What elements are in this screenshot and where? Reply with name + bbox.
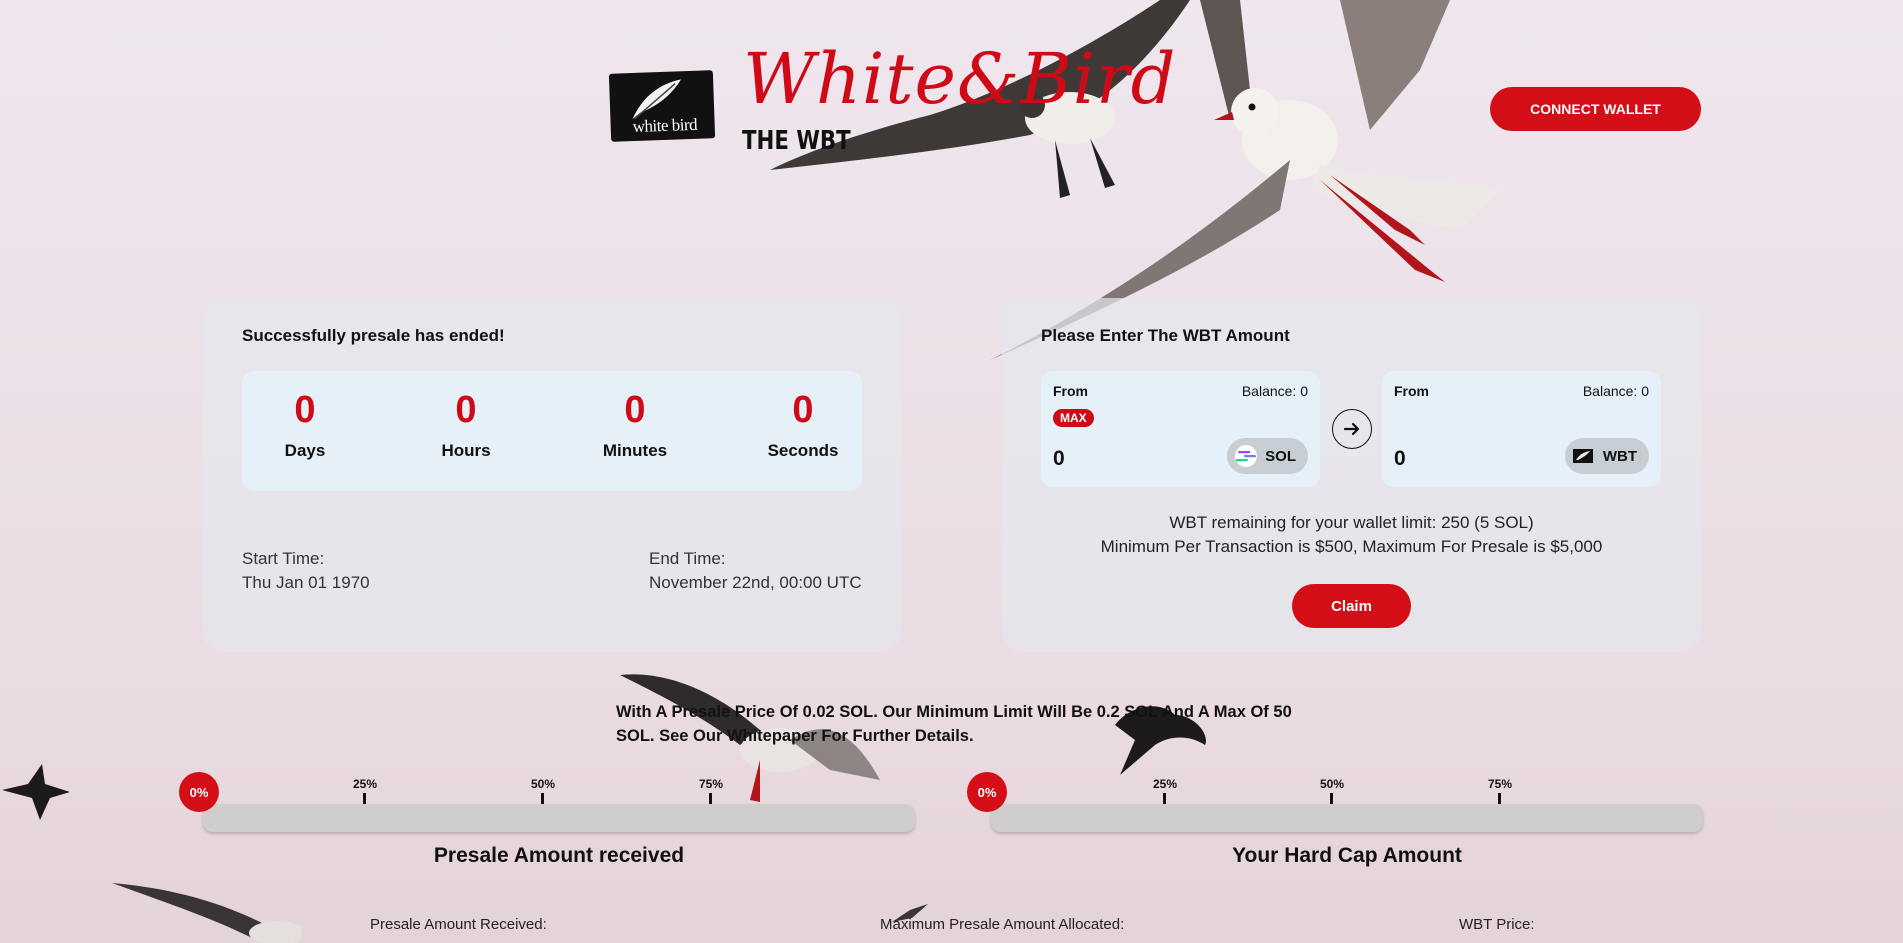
hard-cap-title: Your Hard Cap Amount xyxy=(1232,844,1462,867)
swap-to-wbt-box[interactable]: From Balance: 0 0 WBT xyxy=(1382,371,1661,487)
countdown-days-label: Days xyxy=(284,441,326,460)
countdown-days-value: 0 xyxy=(294,389,316,431)
presale-notice-text: With A Presale Price Of 0.02 SOL. Our Mi… xyxy=(616,703,1292,745)
tick-75: 75% xyxy=(1480,777,1520,813)
tick-label: 75% xyxy=(1487,777,1513,791)
max-button[interactable]: MAX xyxy=(1053,409,1094,427)
gull-bottom-left-image xyxy=(112,883,302,943)
countdown-minutes-value: 0 xyxy=(624,389,646,431)
countdown-hours: 0 Hours xyxy=(406,391,526,461)
sol-balance: Balance: 0 xyxy=(1241,383,1308,399)
swap-to-label: From xyxy=(1394,383,1429,399)
wbt-icon xyxy=(1572,449,1593,463)
tick-25: 25% xyxy=(1145,777,1185,813)
tick-25: 25% xyxy=(345,777,385,813)
end-time-value: November 22nd, 00:00 UTC xyxy=(649,573,862,592)
wallet-limit-text: WBT remaining for your wallet limit: 250… xyxy=(1169,513,1534,532)
swap-from-label: From xyxy=(1053,383,1088,399)
max-allocated-label: Maximum Presale Amount Allocated: xyxy=(880,916,1125,933)
swap-panel: Please Enter The WBT Amount From Balance… xyxy=(1002,298,1701,652)
progress-track xyxy=(203,804,915,832)
start-time-value: Thu Jan 01 1970 xyxy=(242,573,370,592)
end-time-label: End Time: xyxy=(649,549,726,568)
progress-percent-badge: 0% xyxy=(967,772,1007,812)
crow-left-image xyxy=(2,764,70,820)
countdown-minutes: 0 Minutes xyxy=(575,391,695,461)
sol-amount-input[interactable]: 0 xyxy=(1053,447,1065,471)
swap-panel-title: Please Enter The WBT Amount xyxy=(1041,326,1290,345)
tick-label: 25% xyxy=(1152,777,1178,791)
tick-75: 75% xyxy=(691,777,731,813)
connect-wallet-button[interactable]: CONNECT WALLET xyxy=(1490,87,1701,131)
arrow-right-icon xyxy=(1343,422,1360,436)
hard-cap-progress: 25% 50% 75% 0% Your Hard Cap Amount xyxy=(967,772,1703,867)
wbt-token-selector[interactable]: WBT xyxy=(1564,438,1649,474)
solana-icon xyxy=(1235,445,1258,467)
progress-percent-badge: 0% xyxy=(179,772,219,812)
countdown-timer: 0 Days 0 Hours 0 Minutes 0 Seconds xyxy=(242,371,862,491)
countdown-seconds-value: 0 xyxy=(792,389,814,431)
white-bird-logo[interactable]: white bird xyxy=(608,70,716,142)
progress-track xyxy=(991,804,1703,832)
sol-token-selector[interactable]: SOL xyxy=(1227,438,1308,474)
wbt-token-label: WBT xyxy=(1602,447,1637,465)
countdown-seconds: 0 Seconds xyxy=(743,391,863,461)
claim-button[interactable]: Claim xyxy=(1292,584,1411,628)
swap-from-sol-box[interactable]: From Balance: 0 MAX 0 SOL xyxy=(1041,371,1320,487)
logo-text: white bird xyxy=(632,114,698,137)
countdown-hours-value: 0 xyxy=(455,389,477,431)
tick-label: 75% xyxy=(698,777,724,791)
tick-label: 25% xyxy=(352,777,378,791)
countdown-seconds-label: Seconds xyxy=(767,441,839,460)
presale-amount-title: Presale Amount received xyxy=(433,844,685,867)
presale-status-panel: Successfully presale has ended! 0 Days 0… xyxy=(203,298,901,652)
wbt-price-label: WBT Price: xyxy=(1459,916,1535,933)
tick-label: 50% xyxy=(1319,777,1345,791)
brand-subtitle: THE WBT xyxy=(742,126,851,156)
wbt-amount-input[interactable]: 0 xyxy=(1394,447,1406,471)
brand-title: White&Bird xyxy=(743,38,1177,120)
sol-token-label: SOL xyxy=(1265,447,1296,465)
swap-direction-button[interactable] xyxy=(1332,409,1372,449)
wbt-balance: Balance: 0 xyxy=(1582,383,1649,399)
presale-amount-progress: 25% 50% 75% 0% Presale Amount received xyxy=(179,772,915,867)
presale-status-title: Successfully presale has ended! xyxy=(242,326,505,345)
transaction-limits-text: Minimum Per Transaction is $500, Maximum… xyxy=(1100,537,1603,556)
tick-50: 50% xyxy=(523,777,563,813)
tick-50: 50% xyxy=(1312,777,1352,813)
tick-label: 50% xyxy=(530,777,556,791)
countdown-days: 0 Days xyxy=(245,391,365,461)
presale-received-label: Presale Amount Received: xyxy=(370,916,547,933)
countdown-minutes-label: Minutes xyxy=(602,441,668,460)
countdown-hours-label: Hours xyxy=(441,441,491,460)
start-time-label: Start Time: xyxy=(242,549,325,568)
